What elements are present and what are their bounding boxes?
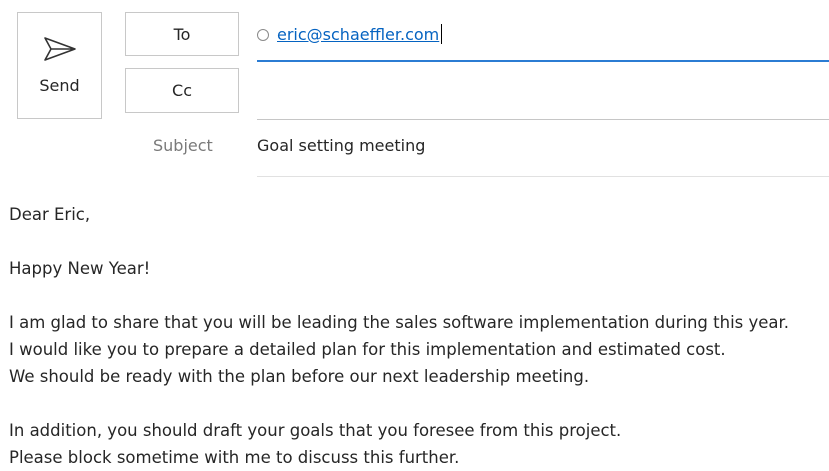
cc-field[interactable] xyxy=(257,68,829,120)
subject-field[interactable]: Goal setting meeting xyxy=(257,122,829,177)
to-field[interactable]: eric@schaeffler.com xyxy=(257,12,829,62)
body-line: We should be ready with the plan before … xyxy=(9,367,590,386)
body-line: In addition, you should draft your goals… xyxy=(9,421,622,440)
to-button[interactable]: To xyxy=(125,12,239,56)
body-greeting: Dear Eric, xyxy=(9,205,91,224)
to-label: To xyxy=(173,24,191,44)
subject-label: Subject xyxy=(153,136,213,155)
message-body[interactable]: Dear Eric, Happy New Year! I am glad to … xyxy=(9,201,824,471)
radio-circle-icon xyxy=(257,28,269,41)
recipient-chip[interactable]: eric@schaeffler.com xyxy=(257,22,443,46)
cc-label: Cc xyxy=(172,81,192,100)
body-line: Happy New Year! xyxy=(9,259,151,278)
body-line: I would like you to prepare a detailed p… xyxy=(9,340,726,359)
body-line: I am glad to share that you will be lead… xyxy=(9,313,790,332)
send-label: Send xyxy=(39,76,80,95)
subject-value[interactable]: Goal setting meeting xyxy=(257,136,425,155)
text-cursor xyxy=(441,24,443,44)
body-line: Please block sometime with me to discuss… xyxy=(9,448,460,467)
recipient-email[interactable]: eric@schaeffler.com xyxy=(277,25,439,44)
send-icon xyxy=(43,37,76,61)
cc-button[interactable]: Cc xyxy=(125,68,239,113)
send-button[interactable]: Send xyxy=(17,12,102,119)
